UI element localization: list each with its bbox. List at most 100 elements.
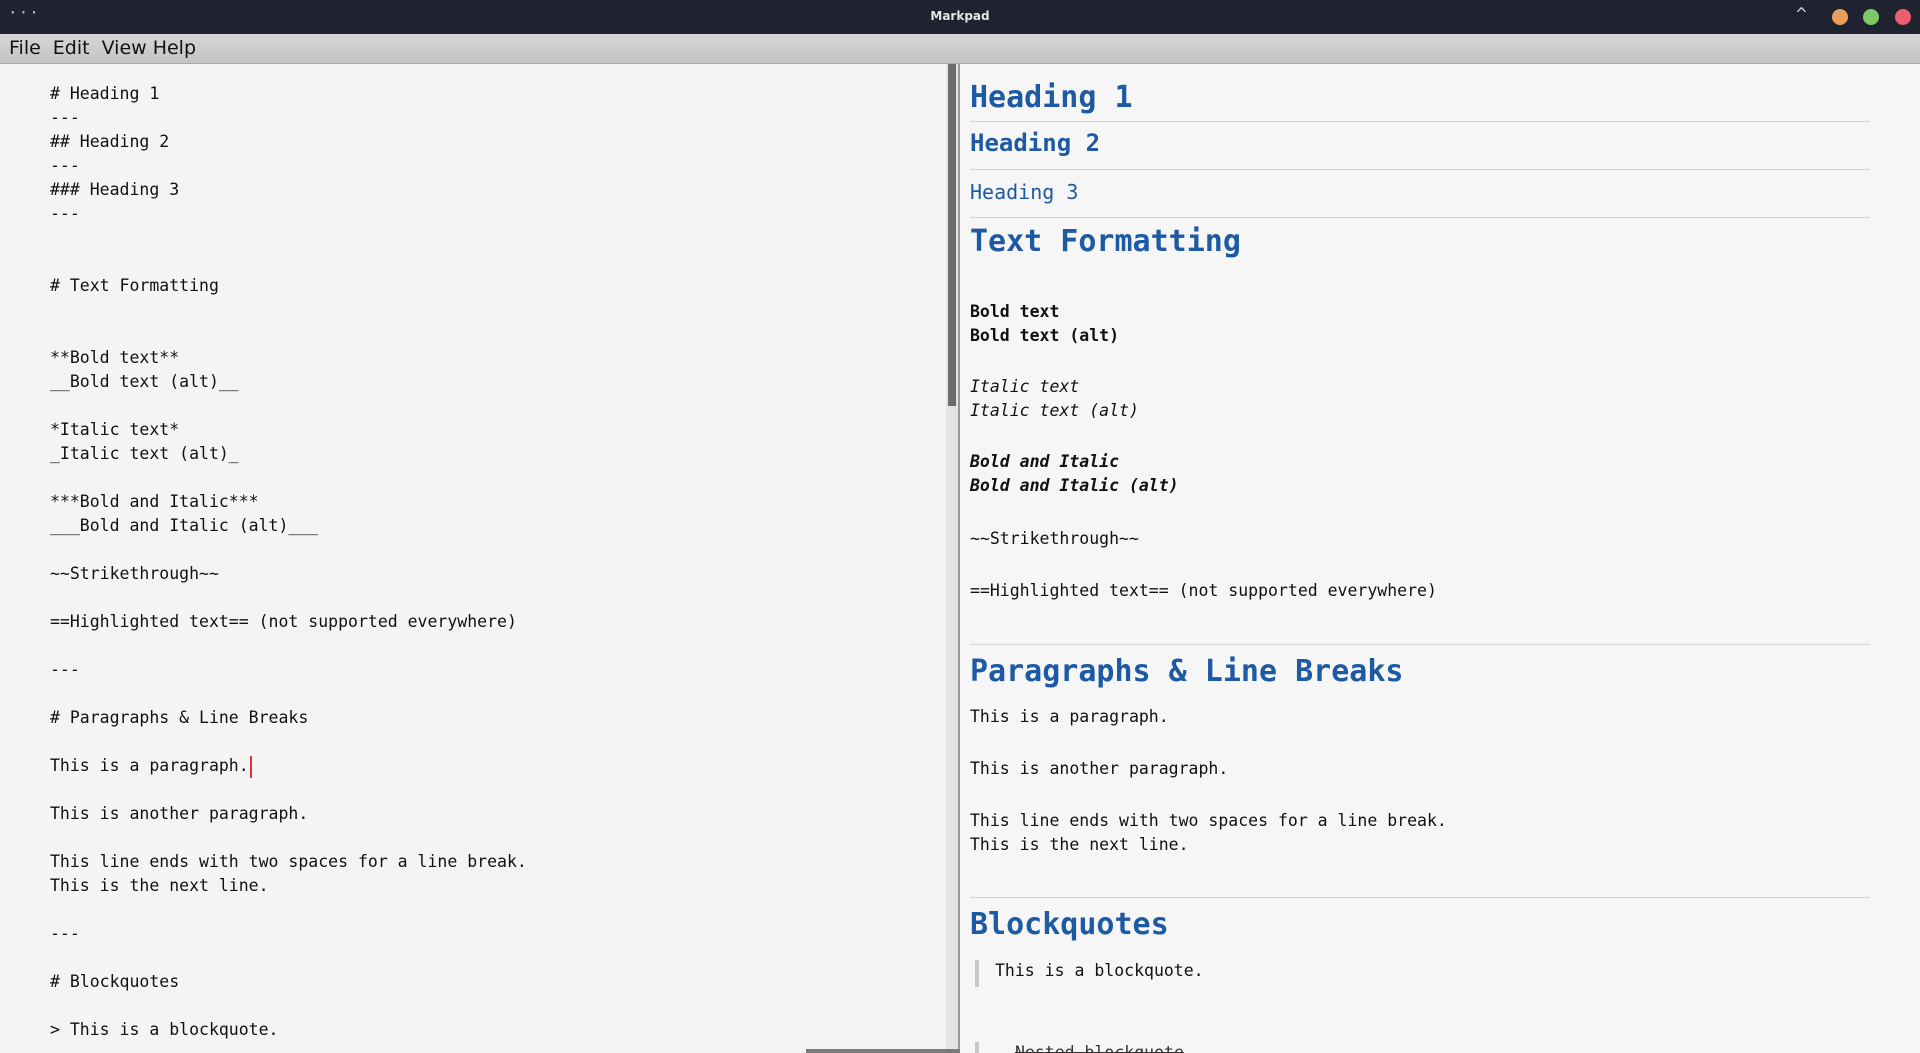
editor-line-text: --- (50, 156, 80, 175)
preview-bold-italic-alt: Bold and Italic (alt) (970, 476, 1179, 495)
editor-line[interactable] (50, 466, 527, 490)
editor-line-text: ==Highlighted text== (not supported ever… (50, 612, 517, 631)
menu-view[interactable]: View (102, 34, 147, 59)
editor-line[interactable] (50, 730, 527, 754)
editor-line[interactable] (50, 538, 527, 562)
editor-line[interactable] (50, 898, 527, 922)
editor-line-text: This is another paragraph. (50, 804, 309, 823)
editor-line[interactable] (50, 826, 527, 850)
editor-line[interactable] (50, 586, 527, 610)
preview-heading-text-formatting: Text Formatting (970, 224, 1241, 259)
editor-line[interactable]: __Bold text (alt)__ (50, 370, 527, 394)
preview-rule (970, 897, 1870, 898)
preview-rule (970, 644, 1870, 645)
preview-highlight: ==Highlighted text== (not supported ever… (970, 581, 1437, 600)
editor-line[interactable]: --- (50, 202, 527, 226)
window-title: Markpad (930, 9, 990, 23)
editor-line[interactable] (50, 994, 527, 1018)
editor-line-text: __Bold text (alt)__ (50, 372, 239, 391)
editor-line[interactable] (50, 682, 527, 706)
preview-heading-1: Heading 1 (970, 80, 1133, 115)
editor-line[interactable]: This is the next line. (50, 874, 527, 898)
editor-line[interactable]: # Text Formatting (50, 274, 527, 298)
minimize-button[interactable] (1832, 9, 1848, 25)
menu-help[interactable]: Help (153, 34, 196, 59)
editor-line-text: This is the next line. (50, 876, 269, 895)
editor-line[interactable] (50, 946, 527, 970)
editor-line[interactable]: ### Heading 3 (50, 178, 527, 202)
editor-line[interactable]: **Bold text** (50, 346, 527, 370)
editor-line[interactable] (50, 634, 527, 658)
editor-line[interactable]: # Paragraphs & Line Breaks (50, 706, 527, 730)
editor-line[interactable] (50, 394, 527, 418)
preview-nested-blockquote: Nested blockquote (1015, 1043, 1184, 1053)
editor-line[interactable]: ***Bold and Italic*** (50, 490, 527, 514)
editor-line-text: --- (50, 108, 80, 127)
editor-line[interactable]: This line ends with two spaces for a lin… (50, 850, 527, 874)
preview-rule (970, 169, 1870, 170)
editor-line[interactable] (50, 226, 527, 250)
editor-line[interactable]: _Italic text (alt)_ (50, 442, 527, 466)
preview-heading-3: Heading 3 (970, 180, 1079, 204)
editor-line-text: # Heading 1 (50, 84, 160, 103)
menu-edit[interactable]: Edit (53, 34, 90, 59)
preview-strikethrough: ~~Strikethrough~~ (970, 529, 1139, 548)
menu-bar: File Edit View Help (0, 34, 1920, 64)
blockquote-bar (975, 1042, 979, 1053)
editor-line[interactable]: --- (50, 106, 527, 130)
editor-line-text: ***Bold and Italic*** (50, 492, 259, 511)
preview-italic-alt: Italic text (alt) (970, 401, 1139, 420)
editor-line[interactable]: This is a paragraph. (50, 754, 527, 778)
editor-line-text: ### Heading 3 (50, 180, 180, 199)
editor-line-text: --- (50, 204, 80, 223)
editor-line[interactable]: --- (50, 658, 527, 682)
editor-line[interactable]: ==Highlighted text== (not supported ever… (50, 610, 527, 634)
text-caret (249, 755, 252, 778)
editor-line[interactable]: --- (50, 154, 527, 178)
editor-line[interactable]: # Heading 1 (50, 82, 527, 106)
preview-italic: Italic text (970, 377, 1080, 396)
editor-line[interactable]: This is another paragraph. (50, 802, 527, 826)
title-bar: ··· Markpad ^ (0, 0, 1920, 34)
editor-line[interactable]: # Blockquotes (50, 970, 527, 994)
editor-line-text: _Italic text (alt)_ (50, 444, 239, 463)
editor-line-text: --- (50, 924, 80, 943)
editor-line[interactable]: ~~Strikethrough~~ (50, 562, 527, 586)
editor-line[interactable]: ## Heading 2 (50, 130, 527, 154)
preview-bold-alt: Bold text (alt) (970, 326, 1120, 345)
editor-scrollbar-thumb[interactable] (948, 64, 956, 406)
preview-heading-2: Heading 2 (970, 129, 1101, 157)
preview-rule (970, 121, 1870, 122)
editor-text[interactable]: # Heading 1 --- ## Heading 2 --- ### Heading… (50, 82, 527, 1042)
editor-line[interactable]: --- (50, 922, 527, 946)
editor-line-text: This line ends with two spaces for a lin… (50, 852, 527, 871)
editor-line-text: # Blockquotes (50, 972, 180, 991)
markdown-preview: Heading 1 Heading 2 Heading 3 Text Forma… (960, 64, 1920, 1053)
editor-line[interactable]: *Italic text* (50, 418, 527, 442)
editor-line-text: ## Heading 2 (50, 132, 170, 151)
menu-file[interactable]: File (9, 34, 41, 59)
preview-bold-italic: Bold and Italic (970, 452, 1120, 471)
markdown-editor[interactable]: # Heading 1 --- ## Heading 2 --- ### Heading… (0, 64, 958, 1053)
preview-heading-blockquotes: Blockquotes (970, 907, 1169, 942)
editor-line-text: > This is a blockquote. (50, 1020, 279, 1039)
editor-line[interactable] (50, 322, 527, 346)
preview-blockquote: This is a blockquote. (995, 961, 1204, 980)
preview-paragraph-3b: This is the next line. (970, 835, 1189, 854)
chevron-up-icon[interactable]: ^ (1796, 4, 1807, 25)
preview-heading-paragraphs: Paragraphs & Line Breaks (970, 654, 1404, 689)
preview-paragraph-1: This is a paragraph. (970, 707, 1169, 726)
maximize-button[interactable] (1863, 9, 1879, 25)
preview-paragraph-2: This is another paragraph. (970, 759, 1229, 778)
editor-line-text: ~~Strikethrough~~ (50, 564, 219, 583)
editor-line[interactable]: ___Bold and Italic (alt)___ (50, 514, 527, 538)
editor-line-text: **Bold text** (50, 348, 180, 367)
editor-line[interactable]: > This is a blockquote. (50, 1018, 527, 1042)
editor-line[interactable] (50, 778, 527, 802)
editor-line-text: This is a paragraph. (50, 756, 249, 775)
horizontal-scrollbar[interactable] (806, 1049, 960, 1053)
editor-line-text: ___Bold and Italic (alt)___ (50, 516, 319, 535)
close-button[interactable] (1895, 9, 1911, 25)
editor-line[interactable] (50, 250, 527, 274)
editor-line[interactable] (50, 298, 527, 322)
